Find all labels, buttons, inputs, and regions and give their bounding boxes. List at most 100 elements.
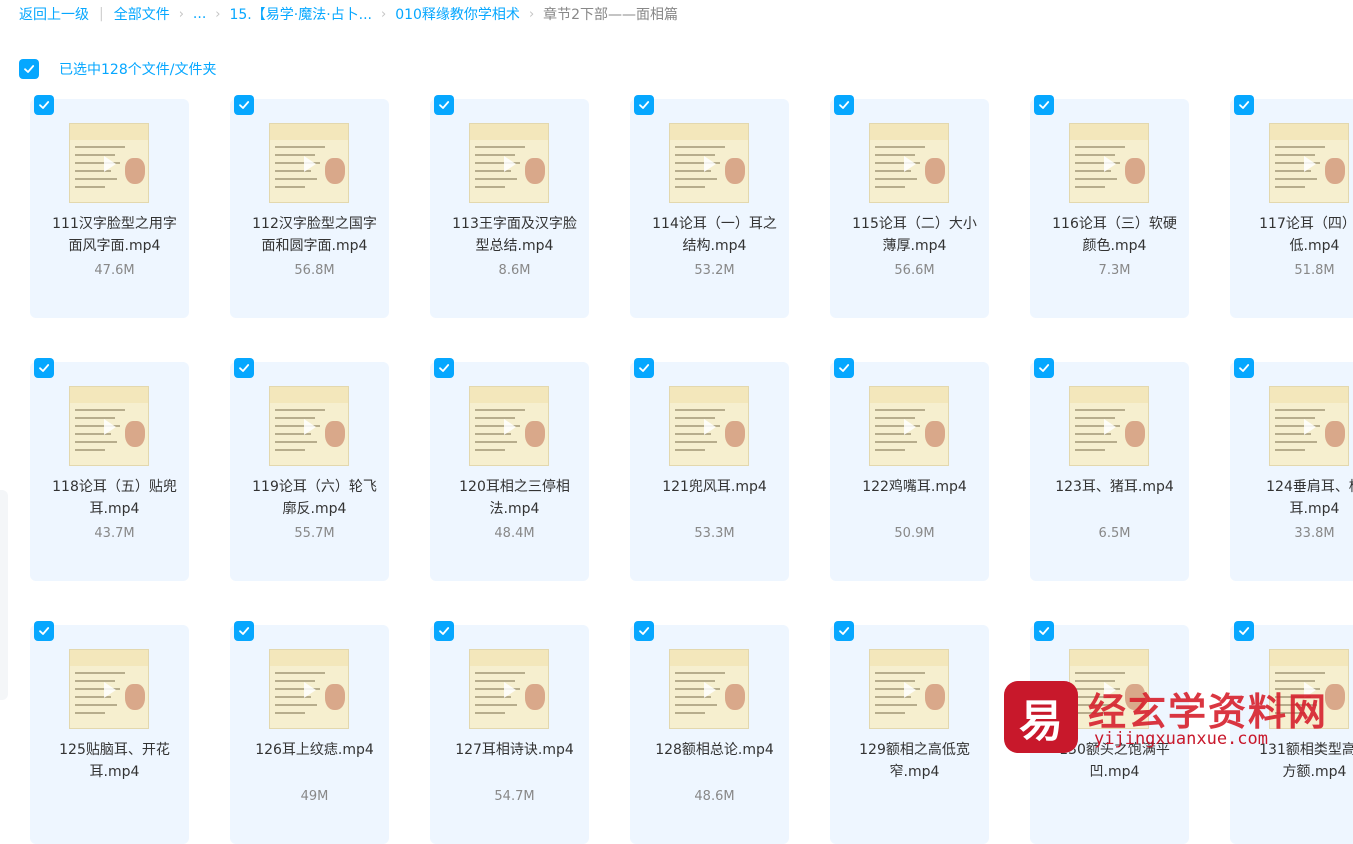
file-card[interactable]: 115论耳（二）大小 薄厚.mp4 56.6M	[830, 95, 989, 318]
video-thumbnail[interactable]	[1269, 386, 1349, 466]
file-size: 54.7M	[494, 789, 535, 804]
file-card[interactable]: 112汉字脸型之国字 面和圆字面.mp4 56.8M	[230, 95, 389, 318]
video-thumbnail[interactable]	[469, 649, 549, 729]
play-icon	[304, 156, 316, 172]
select-all-checkbox[interactable]	[19, 59, 39, 79]
file-name[interactable]: 129额相之高低宽 窄.mp4	[840, 739, 989, 783]
file-card[interactable]: 124垂肩耳、棋耳.mp4 33.8M	[1230, 358, 1353, 581]
file-checkbox[interactable]	[434, 621, 454, 641]
file-checkbox[interactable]	[1234, 358, 1254, 378]
file-name[interactable]: 114论耳（一）耳之 结构.mp4	[640, 213, 789, 257]
thumbnail-header	[470, 124, 548, 140]
video-thumbnail[interactable]	[69, 649, 149, 729]
file-card[interactable]: 118论耳（五）贴兜 耳.mp4 43.7M	[30, 358, 189, 581]
check-icon	[1039, 101, 1050, 109]
file-card[interactable]: 119论耳（六）轮飞 廓反.mp4 55.7M	[230, 358, 389, 581]
video-thumbnail[interactable]	[1069, 386, 1149, 466]
file-checkbox[interactable]	[634, 95, 654, 115]
thumbnail-line	[275, 178, 317, 180]
file-card[interactable]: 116论耳（三）软硬 颜色.mp4 7.3M	[1030, 95, 1189, 318]
breadcrumb-ellipsis[interactable]: ...	[193, 6, 206, 22]
file-name[interactable]: 124垂肩耳、棋耳.mp4	[1240, 476, 1353, 520]
file-checkbox[interactable]	[634, 358, 654, 378]
file-checkbox[interactable]	[234, 621, 254, 641]
video-thumbnail[interactable]	[1069, 123, 1149, 203]
thumbnail-line	[875, 672, 925, 674]
video-thumbnail[interactable]	[669, 649, 749, 729]
thumbnail-header	[270, 124, 348, 140]
video-thumbnail[interactable]	[69, 123, 149, 203]
play-icon	[104, 419, 116, 435]
file-name[interactable]: 112汉字脸型之国字 面和圆字面.mp4	[240, 213, 389, 257]
file-checkbox[interactable]	[1034, 95, 1054, 115]
file-checkbox[interactable]	[1034, 358, 1054, 378]
file-checkbox[interactable]	[234, 95, 254, 115]
file-name[interactable]: 127耳相诗诀.mp4	[440, 739, 589, 761]
file-card[interactable]: 126耳上纹痣.mp4 49M	[230, 621, 389, 844]
file-name[interactable]: 117论耳（四）高低.mp4	[1240, 213, 1353, 257]
file-name[interactable]: 128额相总论.mp4	[640, 739, 789, 761]
file-name[interactable]: 126耳上纹痣.mp4	[240, 739, 389, 761]
file-card[interactable]: 121兜风耳.mp4 53.3M	[630, 358, 789, 581]
file-size: 56.6M	[894, 263, 935, 278]
file-checkbox[interactable]	[1034, 621, 1054, 641]
video-thumbnail[interactable]	[669, 123, 749, 203]
video-thumbnail[interactable]	[269, 649, 349, 729]
file-card[interactable]: 125贴脑耳、开花 耳.mp4	[30, 621, 189, 844]
thumbnail-line	[75, 712, 105, 714]
video-thumbnail[interactable]	[869, 386, 949, 466]
back-link[interactable]: 返回上一级	[19, 4, 89, 24]
divider: |	[99, 6, 104, 22]
file-card[interactable]: 117论耳（四）高低.mp4 51.8M	[1230, 95, 1353, 318]
file-checkbox[interactable]	[1234, 95, 1254, 115]
file-card[interactable]: 114论耳（一）耳之 结构.mp4 53.2M	[630, 95, 789, 318]
file-card[interactable]: 111汉字脸型之用字 面风字面.mp4 47.6M	[30, 95, 189, 318]
file-checkbox[interactable]	[34, 358, 54, 378]
file-card[interactable]: 129额相之高低宽 窄.mp4	[830, 621, 989, 844]
video-thumbnail[interactable]	[869, 123, 949, 203]
file-name-line-2: 凹.mp4	[1089, 764, 1140, 780]
file-name-line-1: 121兜风耳.mp4	[662, 479, 767, 495]
file-checkbox[interactable]	[34, 621, 54, 641]
file-name[interactable]: 123耳、猪耳.mp4	[1040, 476, 1189, 498]
file-checkbox[interactable]	[234, 358, 254, 378]
file-checkbox[interactable]	[1234, 621, 1254, 641]
breadcrumb-folder-1[interactable]: 15.【易学·魔法·占卜...	[229, 4, 372, 24]
video-thumbnail[interactable]	[269, 386, 349, 466]
video-thumbnail[interactable]	[269, 123, 349, 203]
file-size: 56.8M	[294, 263, 335, 278]
video-thumbnail[interactable]	[469, 386, 549, 466]
file-name[interactable]: 120耳相之三停相 法.mp4	[440, 476, 589, 520]
file-name[interactable]: 121兜风耳.mp4	[640, 476, 789, 498]
file-name[interactable]: 116论耳（三）软硬 颜色.mp4	[1040, 213, 1189, 257]
side-panel-handle[interactable]	[0, 490, 8, 700]
video-thumbnail[interactable]	[669, 386, 749, 466]
file-card[interactable]: 123耳、猪耳.mp4 6.5M	[1030, 358, 1189, 581]
breadcrumb-all-files[interactable]: 全部文件	[114, 4, 170, 24]
file-name[interactable]: 122鸡嘴耳.mp4	[840, 476, 989, 498]
file-checkbox[interactable]	[834, 621, 854, 641]
file-name[interactable]: 113王字面及汉字脸 型总结.mp4	[440, 213, 589, 257]
file-card[interactable]: 113王字面及汉字脸 型总结.mp4 8.6M	[430, 95, 589, 318]
file-name[interactable]: 118论耳（五）贴兜 耳.mp4	[40, 476, 189, 520]
breadcrumb-folder-2[interactable]: 010释缘教你学相术	[395, 4, 520, 24]
file-checkbox[interactable]	[634, 621, 654, 641]
file-checkbox[interactable]	[834, 358, 854, 378]
file-checkbox[interactable]	[434, 95, 454, 115]
file-card[interactable]: 127耳相诗诀.mp4 54.7M	[430, 621, 589, 844]
file-card[interactable]: 122鸡嘴耳.mp4 50.9M	[830, 358, 989, 581]
video-thumbnail[interactable]	[869, 649, 949, 729]
file-card[interactable]: 128额相总论.mp4 48.6M	[630, 621, 789, 844]
file-checkbox[interactable]	[434, 358, 454, 378]
file-name[interactable]: 111汉字脸型之用字 面风字面.mp4	[40, 213, 189, 257]
file-checkbox[interactable]	[834, 95, 854, 115]
video-thumbnail[interactable]	[69, 386, 149, 466]
file-card[interactable]: 120耳相之三停相 法.mp4 48.4M	[430, 358, 589, 581]
chevron-right-icon: ›	[178, 6, 184, 22]
video-thumbnail[interactable]	[1269, 123, 1349, 203]
video-thumbnail[interactable]	[469, 123, 549, 203]
file-checkbox[interactable]	[34, 95, 54, 115]
file-name[interactable]: 125贴脑耳、开花 耳.mp4	[40, 739, 189, 783]
file-name[interactable]: 115论耳（二）大小 薄厚.mp4	[840, 213, 989, 257]
file-name[interactable]: 119论耳（六）轮飞 廓反.mp4	[240, 476, 389, 520]
